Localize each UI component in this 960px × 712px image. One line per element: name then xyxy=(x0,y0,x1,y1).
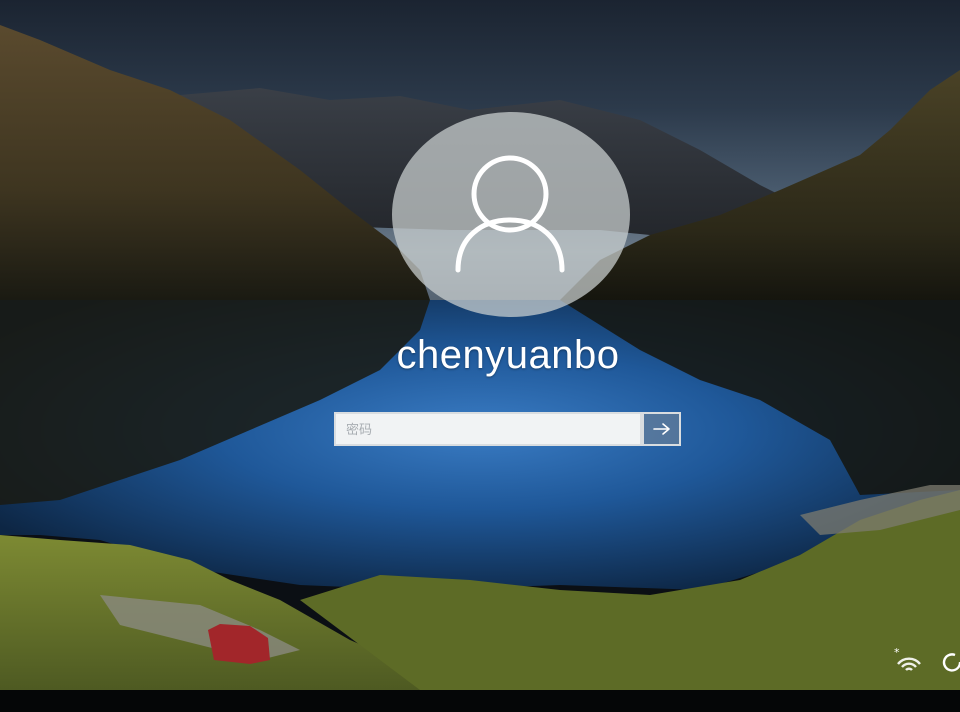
arrow-right-icon xyxy=(652,423,670,435)
submit-button[interactable] xyxy=(642,412,681,446)
lock-screen: chenyuanbo * xyxy=(0,0,960,712)
svg-text:*: * xyxy=(894,646,900,659)
user-avatar xyxy=(392,112,630,317)
username-label: chenyuanbo xyxy=(396,333,620,377)
user-icon xyxy=(455,155,565,273)
power-icon[interactable] xyxy=(942,650,960,674)
password-field[interactable] xyxy=(334,412,642,446)
wifi-icon[interactable]: * xyxy=(892,646,926,674)
bezel xyxy=(0,690,960,712)
